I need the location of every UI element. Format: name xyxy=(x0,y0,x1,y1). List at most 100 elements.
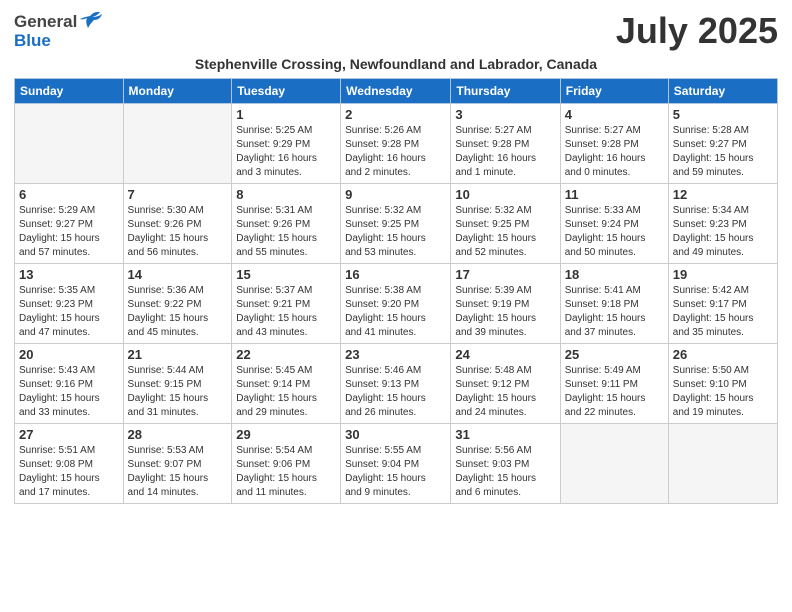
calendar-cell: 16 Sunrise: 5:38 AM Sunset: 9:20 PM Dayli… xyxy=(341,264,451,344)
day-number: 20 xyxy=(19,347,119,362)
calendar-cell: 11 Sunrise: 5:33 AM Sunset: 9:24 PM Dayli… xyxy=(560,184,668,264)
day-info: Sunrise: 5:44 AM Sunset: 9:15 PM Dayligh… xyxy=(128,364,228,420)
calendar-week-row: 6Sunrise: 5:29 AM Sunset: 9:27 PM Daylig… xyxy=(15,184,778,264)
day-number: 23 xyxy=(345,347,446,362)
day-number: 9 xyxy=(345,187,446,202)
day-number: 31 xyxy=(455,427,555,442)
day-number: 6 xyxy=(19,187,119,202)
calendar-cell: 25 Sunrise: 5:49 AM Sunset: 9:11 PM Dayli… xyxy=(560,344,668,424)
calendar-cell: 22 Sunrise: 5:45 AM Sunset: 9:14 PM Dayli… xyxy=(232,344,341,424)
calendar-cell: 19 Sunrise: 5:42 AM Sunset: 9:17 PM Dayli… xyxy=(668,264,777,344)
day-info: Sunrise: 5:50 AM Sunset: 9:10 PM Dayligh… xyxy=(673,364,773,420)
day-info: Sunrise: 5:33 AM Sunset: 9:24 PM Dayligh… xyxy=(565,204,664,260)
calendar-week-row: 1Sunrise: 5:25 AM Sunset: 9:29 PM Daylig… xyxy=(15,104,778,184)
logo-bird-icon xyxy=(80,10,102,32)
calendar-cell xyxy=(560,424,668,504)
calendar-cell: 13 Sunrise: 5:35 AM Sunset: 9:23 PM Dayli… xyxy=(15,264,124,344)
day-info: Sunrise: 5:56 AM Sunset: 9:03 PM Dayligh… xyxy=(455,444,555,500)
day-number: 17 xyxy=(455,267,555,282)
day-info: Sunrise: 5:38 AM Sunset: 9:20 PM Dayligh… xyxy=(345,284,446,340)
calendar-cell: 1Sunrise: 5:25 AM Sunset: 9:29 PM Daylig… xyxy=(232,104,341,184)
calendar-cell: 9 Sunrise: 5:32 AM Sunset: 9:25 PM Daylig… xyxy=(341,184,451,264)
day-number: 25 xyxy=(565,347,664,362)
calendar-header-row: SundayMondayTuesdayWednesdayThursdayFrid… xyxy=(15,79,778,104)
calendar-cell xyxy=(15,104,124,184)
calendar-cell xyxy=(668,424,777,504)
day-number: 21 xyxy=(128,347,228,362)
day-info: Sunrise: 5:46 AM Sunset: 9:13 PM Dayligh… xyxy=(345,364,446,420)
calendar-cell xyxy=(123,104,232,184)
day-number: 10 xyxy=(455,187,555,202)
day-info: Sunrise: 5:41 AM Sunset: 9:18 PM Dayligh… xyxy=(565,284,664,340)
day-number: 3 xyxy=(455,107,555,122)
calendar-week-row: 13 Sunrise: 5:35 AM Sunset: 9:23 PM Dayli… xyxy=(15,264,778,344)
day-info: Sunrise: 5:32 AM Sunset: 9:25 PM Dayligh… xyxy=(345,204,446,260)
logo-blue-text: Blue xyxy=(14,32,102,49)
calendar-table: SundayMondayTuesdayWednesdayThursdayFrid… xyxy=(14,78,778,504)
calendar-cell: 28Sunrise: 5:53 AM Sunset: 9:07 PM Dayli… xyxy=(123,424,232,504)
calendar-header-saturday: Saturday xyxy=(668,79,777,104)
day-info: Sunrise: 5:30 AM Sunset: 9:26 PM Dayligh… xyxy=(128,204,228,260)
calendar-header-thursday: Thursday xyxy=(451,79,560,104)
day-info: Sunrise: 5:28 AM Sunset: 9:27 PM Dayligh… xyxy=(673,124,773,180)
day-info: Sunrise: 5:26 AM Sunset: 9:28 PM Dayligh… xyxy=(345,124,446,180)
calendar-cell: 18Sunrise: 5:41 AM Sunset: 9:18 PM Dayli… xyxy=(560,264,668,344)
day-info: Sunrise: 5:48 AM Sunset: 9:12 PM Dayligh… xyxy=(455,364,555,420)
day-info: Sunrise: 5:37 AM Sunset: 9:21 PM Dayligh… xyxy=(236,284,336,340)
calendar-header-friday: Friday xyxy=(560,79,668,104)
day-info: Sunrise: 5:42 AM Sunset: 9:17 PM Dayligh… xyxy=(673,284,773,340)
calendar-cell: 27Sunrise: 5:51 AM Sunset: 9:08 PM Dayli… xyxy=(15,424,124,504)
day-info: Sunrise: 5:25 AM Sunset: 9:29 PM Dayligh… xyxy=(236,124,336,180)
day-number: 28 xyxy=(128,427,228,442)
day-number: 13 xyxy=(19,267,119,282)
day-info: Sunrise: 5:54 AM Sunset: 9:06 PM Dayligh… xyxy=(236,444,336,500)
calendar-header-monday: Monday xyxy=(123,79,232,104)
day-number: 30 xyxy=(345,427,446,442)
day-info: Sunrise: 5:34 AM Sunset: 9:23 PM Dayligh… xyxy=(673,204,773,260)
logo: General Blue xyxy=(14,10,102,49)
day-info: Sunrise: 5:32 AM Sunset: 9:25 PM Dayligh… xyxy=(455,204,555,260)
calendar-header-wednesday: Wednesday xyxy=(341,79,451,104)
header: General Blue July 2025 xyxy=(14,10,778,52)
calendar-cell: 6Sunrise: 5:29 AM Sunset: 9:27 PM Daylig… xyxy=(15,184,124,264)
calendar-cell: 10 Sunrise: 5:32 AM Sunset: 9:25 PM Dayli… xyxy=(451,184,560,264)
day-number: 12 xyxy=(673,187,773,202)
calendar-cell: 4Sunrise: 5:27 AM Sunset: 9:28 PM Daylig… xyxy=(560,104,668,184)
day-info: Sunrise: 5:27 AM Sunset: 9:28 PM Dayligh… xyxy=(565,124,664,180)
day-info: Sunrise: 5:35 AM Sunset: 9:23 PM Dayligh… xyxy=(19,284,119,340)
calendar-cell: 5 Sunrise: 5:28 AM Sunset: 9:27 PM Daylig… xyxy=(668,104,777,184)
calendar-cell: 14 Sunrise: 5:36 AM Sunset: 9:22 PM Dayli… xyxy=(123,264,232,344)
day-number: 16 xyxy=(345,267,446,282)
logo-general-text: General xyxy=(14,13,77,30)
calendar-cell: 17 Sunrise: 5:39 AM Sunset: 9:19 PM Dayli… xyxy=(451,264,560,344)
calendar-cell: 24 Sunrise: 5:48 AM Sunset: 9:12 PM Dayli… xyxy=(451,344,560,424)
day-info: Sunrise: 5:36 AM Sunset: 9:22 PM Dayligh… xyxy=(128,284,228,340)
day-number: 5 xyxy=(673,107,773,122)
subtitle: Stephenville Crossing, Newfoundland and … xyxy=(14,56,778,72)
day-number: 14 xyxy=(128,267,228,282)
day-number: 22 xyxy=(236,347,336,362)
day-number: 15 xyxy=(236,267,336,282)
calendar-cell: 23 Sunrise: 5:46 AM Sunset: 9:13 PM Dayli… xyxy=(341,344,451,424)
day-info: Sunrise: 5:31 AM Sunset: 9:26 PM Dayligh… xyxy=(236,204,336,260)
day-number: 29 xyxy=(236,427,336,442)
day-info: Sunrise: 5:45 AM Sunset: 9:14 PM Dayligh… xyxy=(236,364,336,420)
calendar-cell: 3 Sunrise: 5:27 AM Sunset: 9:28 PM Daylig… xyxy=(451,104,560,184)
calendar-cell: 31 Sunrise: 5:56 AM Sunset: 9:03 PM Dayli… xyxy=(451,424,560,504)
calendar-week-row: 20Sunrise: 5:43 AM Sunset: 9:16 PM Dayli… xyxy=(15,344,778,424)
page: General Blue July 2025 Stephenville Cros… xyxy=(0,0,792,514)
calendar-cell: 20Sunrise: 5:43 AM Sunset: 9:16 PM Dayli… xyxy=(15,344,124,424)
day-number: 24 xyxy=(455,347,555,362)
day-number: 11 xyxy=(565,187,664,202)
day-number: 19 xyxy=(673,267,773,282)
calendar-cell: 8Sunrise: 5:31 AM Sunset: 9:26 PM Daylig… xyxy=(232,184,341,264)
day-info: Sunrise: 5:27 AM Sunset: 9:28 PM Dayligh… xyxy=(455,124,555,180)
day-info: Sunrise: 5:39 AM Sunset: 9:19 PM Dayligh… xyxy=(455,284,555,340)
calendar-cell: 2Sunrise: 5:26 AM Sunset: 9:28 PM Daylig… xyxy=(341,104,451,184)
day-info: Sunrise: 5:49 AM Sunset: 9:11 PM Dayligh… xyxy=(565,364,664,420)
calendar-cell: 21 Sunrise: 5:44 AM Sunset: 9:15 PM Dayli… xyxy=(123,344,232,424)
calendar-cell: 15 Sunrise: 5:37 AM Sunset: 9:21 PM Dayli… xyxy=(232,264,341,344)
calendar-cell: 12 Sunrise: 5:34 AM Sunset: 9:23 PM Dayli… xyxy=(668,184,777,264)
calendar-cell: 26Sunrise: 5:50 AM Sunset: 9:10 PM Dayli… xyxy=(668,344,777,424)
day-number: 7 xyxy=(128,187,228,202)
